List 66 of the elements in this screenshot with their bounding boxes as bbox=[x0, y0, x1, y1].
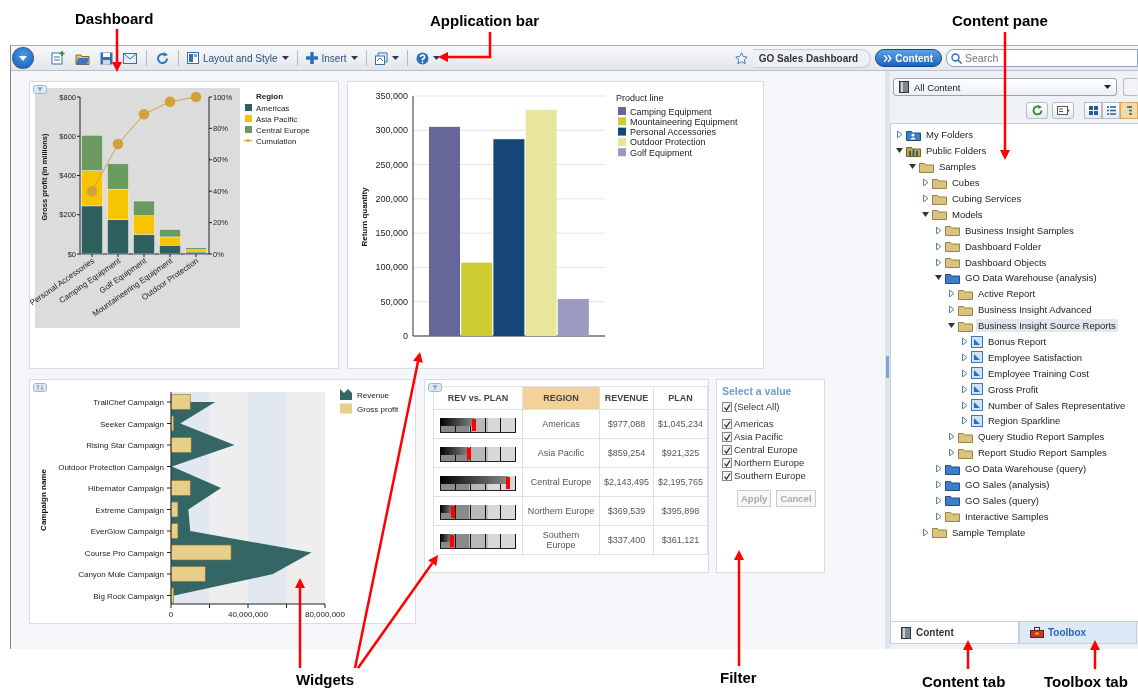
category-label: Rising Star Campaign bbox=[86, 441, 164, 450]
category-label: Extreme Campaign bbox=[95, 505, 164, 515]
callout-label: Toolbox tab bbox=[1044, 673, 1128, 690]
table-cell: $859,254 bbox=[599, 438, 654, 468]
category-label: Big Rock Campaign bbox=[93, 591, 164, 601]
checkbox-label: Americas bbox=[734, 418, 774, 429]
category-label: Course Pro Campaign bbox=[84, 548, 164, 558]
tick-label: 40,000,000 bbox=[228, 610, 268, 619]
callout-label: Filter bbox=[720, 669, 757, 686]
tick-label: 50,000 bbox=[380, 296, 408, 307]
table-cell: $369,539 bbox=[599, 496, 654, 526]
legend-label: Mountaineering Equipment bbox=[630, 116, 738, 127]
dashboard-title: GO Sales Dashboard bbox=[752, 48, 872, 68]
table-cell: Americas bbox=[522, 409, 600, 439]
legend-label: Asia Pacific bbox=[256, 114, 298, 124]
tick-label: 200,000 bbox=[375, 193, 408, 204]
category-label: Outdoor Protection Campaign bbox=[58, 462, 164, 472]
tick-label: 250,000 bbox=[375, 159, 408, 170]
callout-label: Application bar bbox=[430, 12, 540, 29]
category-label: Hibernator Campaign bbox=[87, 484, 164, 493]
legend-label: Americas bbox=[256, 103, 290, 113]
checkbox-label: Asia Pacific bbox=[734, 431, 784, 442]
axis-title: Campaign name bbox=[39, 469, 48, 531]
tick-label: 150,000 bbox=[375, 228, 408, 239]
legend-label: Outdoor Protection bbox=[630, 137, 706, 148]
callout-label: Content pane bbox=[952, 12, 1048, 29]
callout-label: Dashboard bbox=[75, 10, 154, 27]
filter-title: Select a value bbox=[722, 385, 793, 397]
table-cell: $361,121 bbox=[653, 525, 708, 555]
legend-label: Gross profit bbox=[357, 404, 399, 414]
checkbox-label: Southern Europe bbox=[734, 470, 806, 481]
callout-label: Content tab bbox=[922, 673, 1006, 690]
table-cell: $977,088 bbox=[599, 409, 654, 439]
category-label: Canyon Mule Campaign bbox=[78, 570, 164, 579]
tick-label: 0 bbox=[403, 331, 408, 341]
tick-label: 350,000 bbox=[375, 91, 408, 101]
table-cell: Southern Europe bbox=[522, 525, 600, 555]
category-label: Seeker Campaign bbox=[99, 419, 164, 429]
legend-title: Region bbox=[256, 92, 284, 101]
legend-label: Revenue bbox=[357, 391, 390, 400]
table-cell: $395,898 bbox=[653, 496, 708, 526]
table-cell: $2,143,495 bbox=[599, 467, 654, 497]
callout-label: Widgets bbox=[296, 671, 355, 688]
table-cell: $2,195,765 bbox=[653, 467, 708, 497]
legend-label: Golf Equipment bbox=[630, 147, 693, 158]
table-cell: Central Europe bbox=[522, 467, 600, 497]
tick-label: 80,000,000 bbox=[305, 610, 345, 619]
tick-label: 100,000 bbox=[375, 262, 408, 273]
checkbox-label: Northern Europe bbox=[734, 457, 805, 468]
table-cell: $921,325 bbox=[653, 438, 708, 468]
legend-label: Camping Equipment bbox=[630, 106, 712, 117]
table-cell: Northern Europe bbox=[522, 496, 600, 526]
axis-title: Return quantity bbox=[360, 187, 369, 247]
tick-label: 300,000 bbox=[375, 125, 408, 136]
tick-label: 0 bbox=[168, 610, 174, 619]
table-cell: $1,045,234 bbox=[653, 409, 708, 439]
legend-label: Central Europe bbox=[256, 125, 310, 135]
checkbox-label: Central Europe bbox=[734, 444, 798, 455]
legend-label: Personal Accessories bbox=[630, 127, 717, 138]
legend-title: Product line bbox=[616, 93, 664, 103]
checkbox-label: (Select All) bbox=[734, 401, 780, 412]
table-cell: $337,400 bbox=[599, 525, 654, 555]
legend-label: Cumulation bbox=[256, 136, 297, 146]
category-label: TrailChef Campaign bbox=[93, 398, 164, 407]
category-label: EverGlow Campaign bbox=[90, 527, 164, 536]
table-cell: Asia Pacific bbox=[522, 438, 600, 468]
